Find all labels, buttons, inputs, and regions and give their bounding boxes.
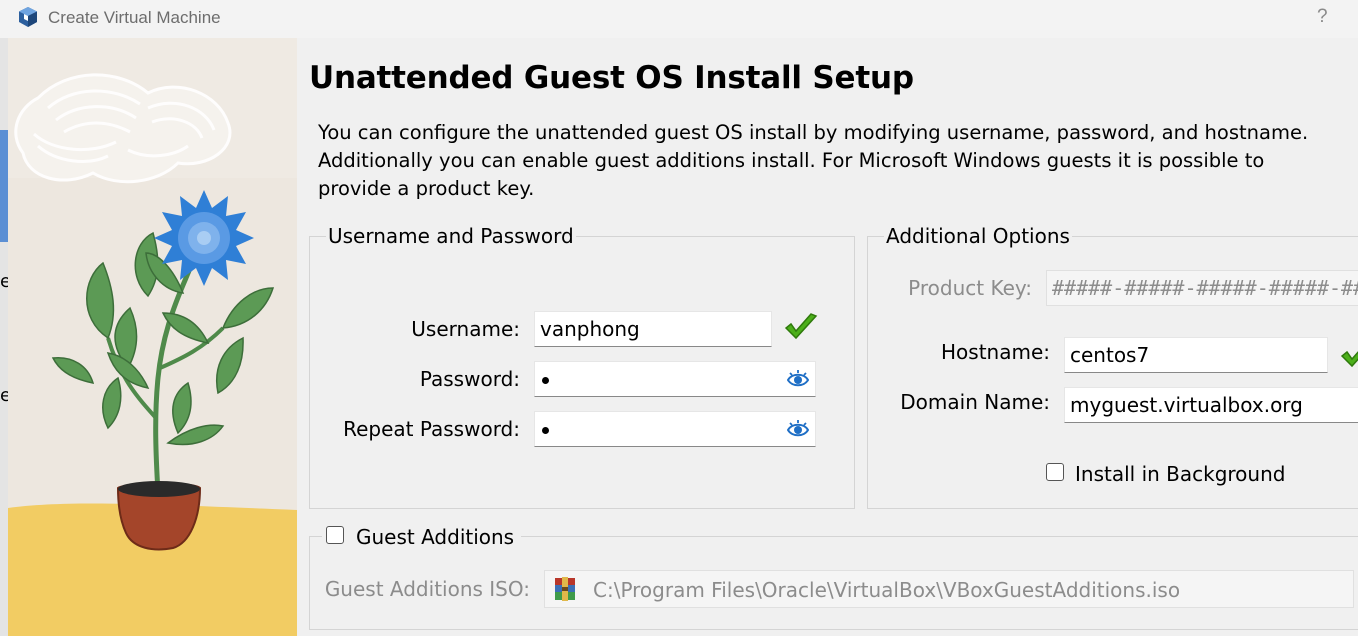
green-checkmark-icon — [1340, 350, 1358, 368]
password-mask — [542, 377, 549, 384]
hostname-value: centos7 — [1070, 343, 1150, 367]
password-label: Password: — [419, 367, 520, 391]
product-key-input[interactable]: #####-#####-#####-#####-##### — [1046, 270, 1358, 306]
guest-additions-checkbox[interactable] — [326, 526, 344, 544]
username-input[interactable]: vanphong — [534, 311, 772, 347]
domain-name-label: Domain Name: — [900, 390, 1050, 414]
title-bar: Create Virtual Machine ? — [0, 0, 1358, 38]
repeat-password-input[interactable] — [534, 411, 816, 447]
background-window-edge: e e — [0, 38, 11, 636]
wizard-illustration — [8, 38, 297, 636]
domain-name-input[interactable]: myguest.virtualbox.org — [1064, 387, 1358, 423]
password-input[interactable] — [534, 361, 816, 397]
guest-additions-iso-label: Guest Additions ISO: — [324, 577, 530, 601]
background-selection — [0, 130, 8, 242]
page-description: You can configure the unattended guest O… — [318, 121, 1309, 200]
domain-name-value: myguest.virtualbox.org — [1070, 393, 1303, 417]
page-title: Unattended Guest OS Install Setup — [309, 60, 914, 96]
hostname-label: Hostname: — [941, 340, 1050, 364]
install-background-label[interactable]: Install in Background — [1075, 462, 1285, 486]
repeat-password-mask — [542, 427, 549, 434]
additional-options-title: Additional Options — [884, 224, 1072, 248]
install-background-checkbox[interactable] — [1046, 463, 1064, 481]
product-key-placeholder: #####-#####-#####-#####-##### — [1052, 276, 1358, 300]
guest-additions-iso-selector[interactable]: C:\Program Files\Oracle\VirtualBox\VBoxG… — [544, 570, 1354, 608]
username-value: vanphong — [540, 317, 640, 341]
hostname-input[interactable]: centos7 — [1064, 337, 1328, 373]
help-button[interactable]: ? — [1317, 6, 1328, 28]
eye-icon[interactable] — [787, 419, 809, 441]
archive-file-icon — [555, 577, 575, 601]
credentials-group-title: Username and Password — [326, 224, 576, 248]
guest-additions-label[interactable]: Guest Additions — [356, 525, 514, 549]
guest-additions-iso-path: C:\Program Files\Oracle\VirtualBox\VBoxG… — [593, 578, 1181, 602]
window-title: Create Virtual Machine — [48, 8, 221, 27]
product-key-label: Product Key: — [908, 276, 1032, 300]
eye-icon[interactable] — [787, 369, 809, 391]
username-label: Username: — [411, 317, 520, 341]
repeat-password-label: Repeat Password: — [343, 417, 520, 441]
green-checkmark-icon — [784, 313, 818, 340]
virtualbox-cube-icon — [19, 7, 37, 27]
